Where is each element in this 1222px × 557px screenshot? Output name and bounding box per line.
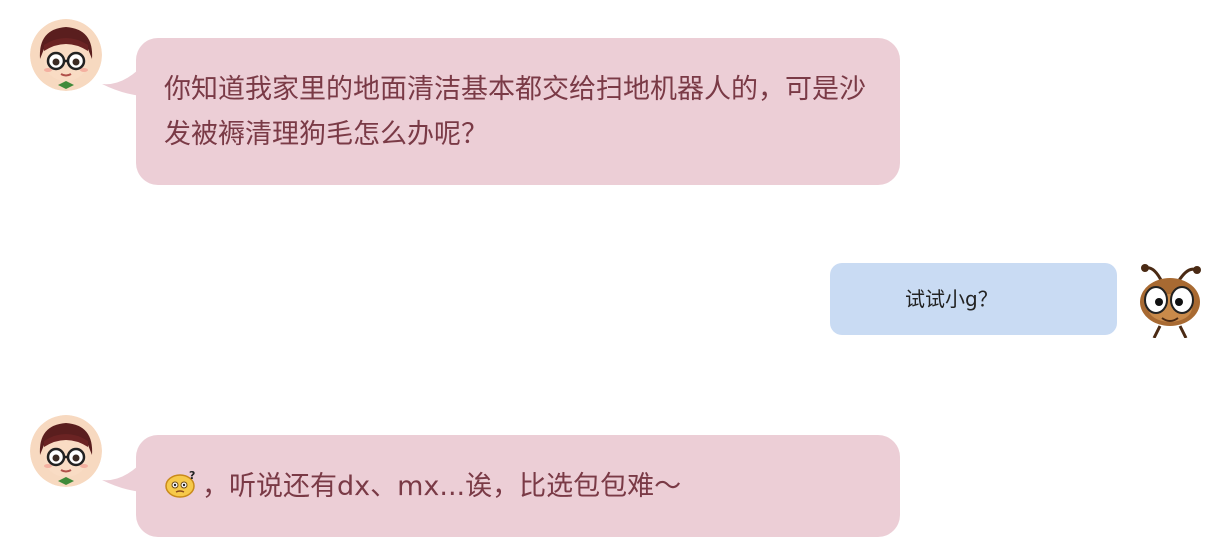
message-bubble-3: ? ，听说还有dx、mx...诶，比选包包难～: [136, 435, 900, 537]
cartoon-ant-avatar-icon: [1140, 264, 1201, 339]
girl-with-glasses-avatar-icon: [30, 19, 102, 91]
message-text-1: 你知道我家里的地面清洁基本都交给扫地机器人的，可是沙发被褥清理狗毛怎么办呢？: [164, 74, 866, 150]
ant-avatar[interactable]: [1132, 262, 1212, 339]
message-bubble-2: 试试小g？: [830, 263, 1117, 335]
message-text-3: ，听说还有dx、mx...诶，比选包包难～: [202, 471, 682, 502]
girl-with-glasses-avatar-icon: [30, 415, 102, 487]
message-bubble-1: 你知道我家里的地面清洁基本都交给扫地机器人的，可是沙发被褥清理狗毛怎么办呢？: [136, 38, 900, 185]
thinking-face-emoji-icon: ?: [165, 469, 195, 498]
message-text-2: 试试小g？: [905, 287, 998, 311]
girl-avatar[interactable]: [30, 415, 102, 487]
svg-text:?: ?: [189, 469, 195, 482]
girl-avatar[interactable]: [30, 19, 102, 91]
